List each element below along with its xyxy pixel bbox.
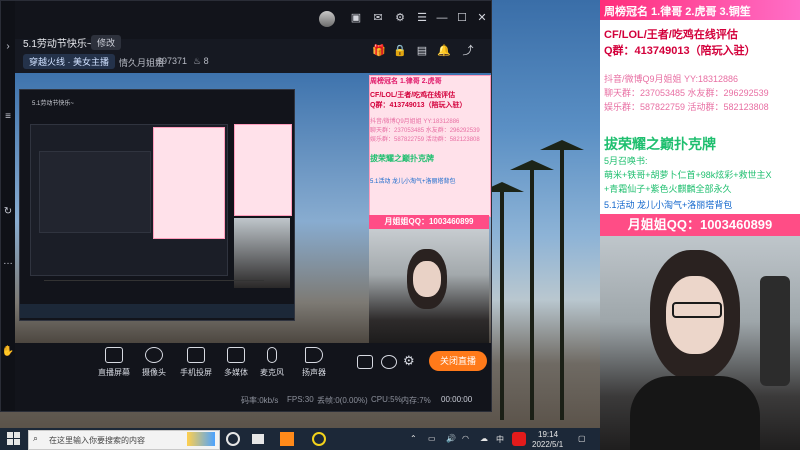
screen-capture-button[interactable]: 直播屏幕 xyxy=(97,347,131,378)
overlay-line: CF/LOL/王者/吃鸡在线评估 xyxy=(604,29,738,41)
memory-stat: 内存:7% xyxy=(401,396,431,405)
live-preview[interactable]: 5.1劳动节快乐~ 周榜冠名 1.律哥 2.虎哥 CF/LOL/王者/吃鸡在线评… xyxy=(15,73,491,343)
ime-indicator[interactable]: 中 xyxy=(496,434,504,445)
fans-value: 8 xyxy=(203,56,209,66)
settings-icon[interactable]: ⚙ xyxy=(403,353,415,369)
tool-label: 麦克风 xyxy=(260,368,284,377)
cpu-stat: CPU:5% xyxy=(371,395,402,404)
cloud-icon[interactable]: ☁ xyxy=(480,434,488,443)
expand-arrow-icon[interactable]: › xyxy=(1,41,15,52)
overlay-line: 萌米+铁哥+胡萝卜仁首+98k炫彩+救世主X xyxy=(604,170,772,180)
taskbar-search-box[interactable]: ⌕ 在这里输入你要搜索的内容 xyxy=(28,430,220,450)
left-sidebar: › ≡ ↻ … ✋ xyxy=(1,1,15,411)
wifi-icon[interactable]: ◠ xyxy=(462,434,469,443)
overlay-line: 5.1活动 龙儿小淘气+洛丽塔背包 xyxy=(604,200,733,210)
network-icon[interactable]: ▭ xyxy=(428,434,436,443)
phone-icon xyxy=(187,347,205,363)
overlay-line: 聊天群：237053485 水友群：296292539 xyxy=(604,88,769,98)
refresh-icon[interactable]: ↻ xyxy=(1,206,15,217)
share-window-icon[interactable]: ▤ xyxy=(415,44,429,58)
tray-up-arrow-icon[interactable]: ⌃ xyxy=(410,434,417,443)
overlay-line: 娱乐群：587822759 活动群：582123808 xyxy=(604,102,769,112)
maximize-icon[interactable]: ☐ xyxy=(455,11,469,25)
gift-icon[interactable]: 🎁 xyxy=(372,44,386,58)
overlay-line: 5月召唤书: xyxy=(604,156,648,166)
tool-label: 手机投屏 xyxy=(180,368,212,377)
camera-button[interactable]: 摄像头 xyxy=(137,347,171,378)
task-view-icon[interactable] xyxy=(226,432,240,446)
tool-label: 直播屏幕 xyxy=(98,368,130,377)
menu-icon[interactable]: ≡ xyxy=(1,111,15,122)
search-placeholder: 在这里输入你要搜索的内容 xyxy=(49,436,145,445)
webcam-feed xyxy=(600,236,800,450)
search-icon: ⌕ xyxy=(33,433,39,443)
share-icon[interactable]: ⤴ xyxy=(461,44,475,58)
bottom-toolbar: 直播屏幕 摄像头 手机投屏 多媒体 麦克风 扬声器 ⚙ 关闭直播 xyxy=(15,343,491,391)
windows-start-icon[interactable] xyxy=(7,432,20,445)
room-info-bar: 5.1劳动节快乐~ 修改 穿越火线 · 美女主播 情久月姐姐 897371 ♨ … xyxy=(15,35,491,73)
settings-icon[interactable]: ⚙ xyxy=(393,11,407,25)
more-icon[interactable]: … xyxy=(1,256,15,267)
overlay-line: Q群：413749013（陪玩入驻） xyxy=(604,45,756,57)
record-icon[interactable] xyxy=(357,355,373,369)
notification-icon[interactable]: ▢ xyxy=(578,434,586,443)
search-highlight-icon xyxy=(187,432,215,446)
overlay-line: 抖音/微博Q9月姐姐 YY:18312886 xyxy=(604,74,739,84)
microphone-button[interactable]: 麦克风 xyxy=(255,347,289,378)
circle-app-icon[interactable] xyxy=(312,432,326,446)
minimize-icon[interactable]: — xyxy=(435,11,449,25)
clock-time[interactable]: 19:14 xyxy=(538,430,558,439)
lock-icon[interactable]: 🔒 xyxy=(393,44,407,58)
preview-info-panel: 周榜冠名 1.律哥 2.虎哥 CF/LOL/王者/吃鸡在线评估 Q群：41374… xyxy=(369,75,491,217)
category-tag[interactable]: 穿越火线 · 美女主播 xyxy=(23,54,115,69)
tool-label: 扬声器 xyxy=(302,368,326,377)
room-title: 5.1劳动节快乐~ xyxy=(23,39,93,50)
speaker-icon xyxy=(305,347,323,363)
preview-eye-icon[interactable] xyxy=(381,355,397,369)
overlay-line: +青霜仙子+紫色火麒麟全部永久 xyxy=(604,184,732,194)
bell-icon[interactable]: 🔔 xyxy=(437,44,451,58)
speaker-button[interactable]: 扬声器 xyxy=(297,347,331,378)
fans-count: ♨ 8 xyxy=(193,56,209,66)
volume-icon[interactable]: 🔊 xyxy=(446,434,456,443)
camera-icon xyxy=(145,347,163,363)
microphone-stand xyxy=(760,276,790,386)
title-bar: ▣ ✉ ⚙ ☰ — ☐ ✕ xyxy=(15,1,491,39)
live-studio-window: › ≡ ↻ … ✋ ▣ ✉ ⚙ ☰ — ☐ ✕ 5.1劳动节快乐~ 修改 穿越火… xyxy=(0,0,492,412)
monitor-icon xyxy=(105,347,123,363)
drop-frame-stat: 丢帧:0(0.00%) xyxy=(317,396,368,405)
fps-stat: FPS:30 xyxy=(287,395,314,404)
tool-label: 摄像头 xyxy=(142,368,166,377)
microphone-icon xyxy=(267,347,277,363)
status-bar: 码率:0kb/s FPS:30 丢帧:0(0.00%) CPU:5% 内存:7%… xyxy=(15,391,491,411)
preview-camera xyxy=(369,229,489,343)
clock-date[interactable]: 2022/5/1 xyxy=(532,440,563,449)
qq-banner: 月姐姐QQ：1003460899 xyxy=(600,214,800,236)
bitrate-stat: 码率:0kb/s xyxy=(241,396,279,405)
overlay-line: 拔荣耀之巅扑克牌 xyxy=(604,136,716,152)
viewer-count: 897371 xyxy=(157,56,188,66)
stream-overlay-panel: 周榜冠名 1.律哥 2.虎哥 3.铜笙 CF/LOL/王者/吃鸡在线评估 Q群：… xyxy=(600,0,800,450)
jacket-shape xyxy=(630,376,760,450)
skin-icon[interactable]: ▣ xyxy=(349,11,363,25)
sponsor-text: 周榜冠名 1.律哥 2.虎哥 3.铜笙 xyxy=(604,6,751,18)
red-app-tray-icon[interactable] xyxy=(512,432,526,446)
file-explorer-icon[interactable] xyxy=(252,434,264,444)
menu-icon[interactable]: ☰ xyxy=(415,11,429,25)
close-live-button[interactable]: 关闭直播 xyxy=(429,351,487,371)
live-app-taskbar-icon[interactable] xyxy=(280,432,294,446)
live-timer: 00:00:00 xyxy=(441,395,473,404)
glasses-shape xyxy=(672,302,722,318)
multimedia-button[interactable]: 多媒体 xyxy=(219,347,253,378)
play-icon xyxy=(227,347,245,363)
avatar[interactable] xyxy=(319,11,335,27)
close-icon[interactable]: ✕ xyxy=(475,11,489,25)
weekly-sponsor-banner: 周榜冠名 1.律哥 2.虎哥 3.铜笙 xyxy=(600,0,800,20)
hand-icon[interactable]: ✋ xyxy=(1,346,15,357)
edit-title-button[interactable]: 修改 xyxy=(91,35,122,50)
tool-label: 多媒体 xyxy=(224,368,248,377)
phone-cast-button[interactable]: 手机投屏 xyxy=(179,347,213,378)
nested-window-preview: 5.1劳动节快乐~ xyxy=(19,89,295,321)
message-icon[interactable]: ✉ xyxy=(371,11,385,25)
